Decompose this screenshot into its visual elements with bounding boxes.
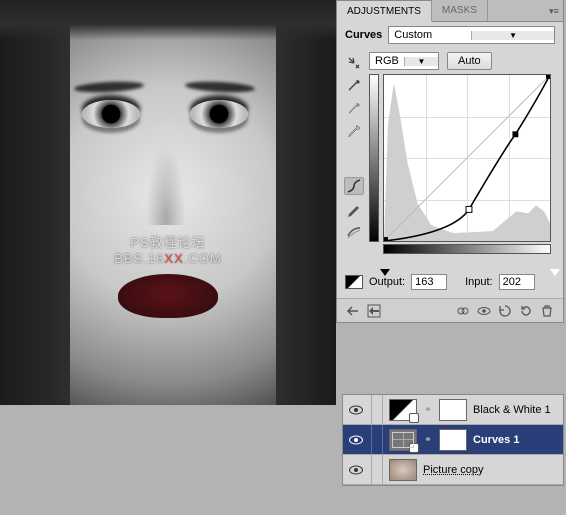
smooth-curve-icon[interactable] [344,223,364,241]
chevron-down-icon: ▼ [404,57,438,66]
link-column [371,425,383,454]
image-thumb[interactable] [389,459,417,481]
panel-menu-icon[interactable]: ▾≡ [545,2,563,21]
link-column [371,395,383,424]
scrubber-tool-icon[interactable] [344,54,364,72]
image-detail [190,100,248,128]
curves-tool-column [343,52,365,254]
clip-preview-icon[interactable] [345,275,363,289]
image-detail [82,100,140,128]
document-canvas[interactable]: PS教程论坛 BBS.16XX.COM [0,0,336,405]
mask-thumb[interactable] [439,399,467,421]
curves-graph[interactable] [383,74,551,242]
visibility-toggle-icon[interactable] [347,435,365,445]
output-field[interactable] [411,274,447,290]
eyedropper-gray-icon[interactable] [344,100,364,118]
tab-adjustments[interactable]: ADJUSTMENTS [337,0,432,22]
adjustment-thumb-curves[interactable] [389,429,417,451]
eyedropper-white-icon[interactable] [344,123,364,141]
clip-to-layer-icon[interactable] [453,303,473,319]
watermark: PS教程论坛 BBS.16XX.COM [114,232,221,266]
delete-adjustment-icon[interactable] [537,303,557,319]
return-to-list-icon[interactable] [343,303,363,319]
channel-value: RGB [370,55,404,67]
output-label: Output: [369,276,405,288]
expand-view-icon[interactable] [364,303,384,319]
image-detail [146,145,186,225]
watermark-line1: PS教程论坛 [114,232,221,251]
black-point-slider[interactable] [380,269,390,276]
layer-name[interactable]: Curves 1 [473,434,519,446]
panel-title: Curves [345,29,382,41]
reset-icon[interactable] [516,303,536,319]
auto-button[interactable]: Auto [447,52,492,70]
adjustment-badge-icon [409,413,419,423]
eyedropper-icon[interactable] [344,77,364,95]
adjustments-panel: ADJUSTMENTS MASKS ▾≡ Curves Custom ▼ RGB [336,0,564,323]
layer-name[interactable]: Picture copy [423,464,484,476]
input-label: Input: [465,276,493,288]
adjustment-badge-icon [409,443,419,453]
layer-row-curves[interactable]: ⚭ Curves 1 [343,425,563,455]
chevron-down-icon: ▼ [471,31,554,40]
preset-dropdown[interactable]: Custom ▼ [388,26,555,44]
image-detail [0,0,336,40]
histogram [384,75,550,241]
visibility-toggle-icon[interactable] [347,465,365,475]
channel-dropdown[interactable]: RGB ▼ [369,52,439,70]
image-detail [0,0,70,405]
tab-masks[interactable]: MASKS [432,0,488,21]
layer-row-picture[interactable]: Picture copy [343,455,563,485]
adjustment-thumb-bw[interactable] [389,399,417,421]
visibility-toggle-icon[interactable] [347,405,365,415]
watermark-line2: BBS.16XX.COM [114,251,221,266]
output-gradient [369,74,379,242]
point-curve-tool-icon[interactable] [344,177,364,195]
toggle-visibility-icon[interactable] [474,303,494,319]
layer-name[interactable]: Black & White 1 [473,404,551,416]
layers-panel: ⚭ Black & White 1 ⚭ Curves 1 Picture cop… [342,394,564,486]
preset-value: Custom [389,29,471,41]
mask-thumb[interactable] [439,429,467,451]
previous-state-icon[interactable] [495,303,515,319]
mask-link-icon[interactable]: ⚭ [423,404,433,415]
panel-footer [337,298,563,322]
image-detail [276,0,336,405]
input-field[interactable] [499,274,535,290]
mask-link-icon[interactable]: ⚭ [423,434,433,445]
pencil-curve-tool-icon[interactable] [344,200,364,218]
white-point-slider[interactable] [550,269,560,276]
panel-tabs: ADJUSTMENTS MASKS ▾≡ [337,0,563,22]
layer-row-black-white[interactable]: ⚭ Black & White 1 [343,395,563,425]
image-detail [118,274,218,318]
input-gradient [383,244,551,254]
link-column [371,455,383,484]
